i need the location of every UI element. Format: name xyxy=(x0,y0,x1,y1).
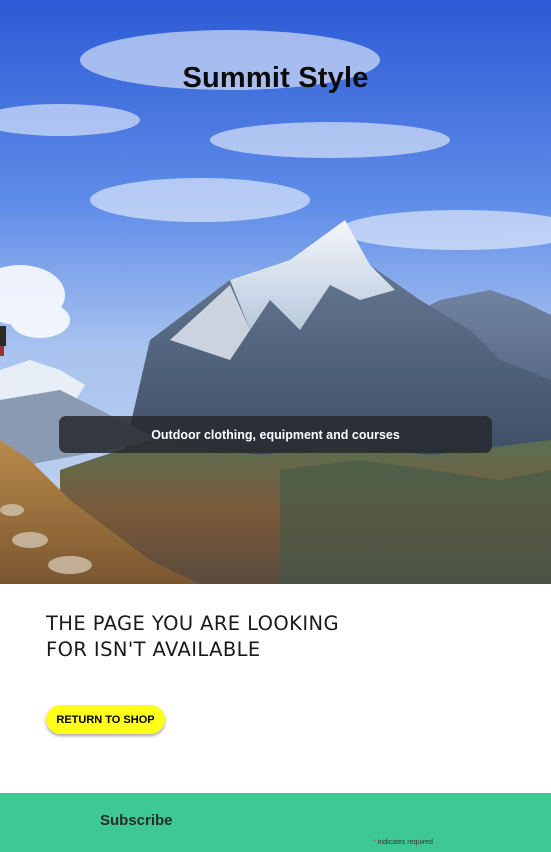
tagline-text: Outdoor clothing, equipment and courses xyxy=(151,427,400,442)
subscribe-title: Subscribe xyxy=(100,812,173,829)
tagline-bar: Outdoor clothing, equipment and courses xyxy=(59,416,492,453)
page-not-found-heading: THE PAGE YOU ARE LOOKING FOR ISN'T AVAIL… xyxy=(46,611,406,663)
required-asterisk: * xyxy=(373,839,376,846)
required-note: * indicates required xyxy=(373,839,433,846)
return-to-shop-button[interactable]: RETURN TO SHOP xyxy=(46,705,165,734)
subscribe-section: Subscribe * indicates required xyxy=(0,793,551,852)
hero-banner: Summit Style Outdoor clothing, equipment… xyxy=(0,0,551,584)
heading-line-1: THE PAGE YOU ARE LOOKING xyxy=(46,612,340,635)
required-note-text: indicates required xyxy=(377,839,433,846)
brand-title: Summit Style xyxy=(182,62,369,94)
heading-line-2: FOR ISN'T AVAILABLE xyxy=(46,638,261,661)
